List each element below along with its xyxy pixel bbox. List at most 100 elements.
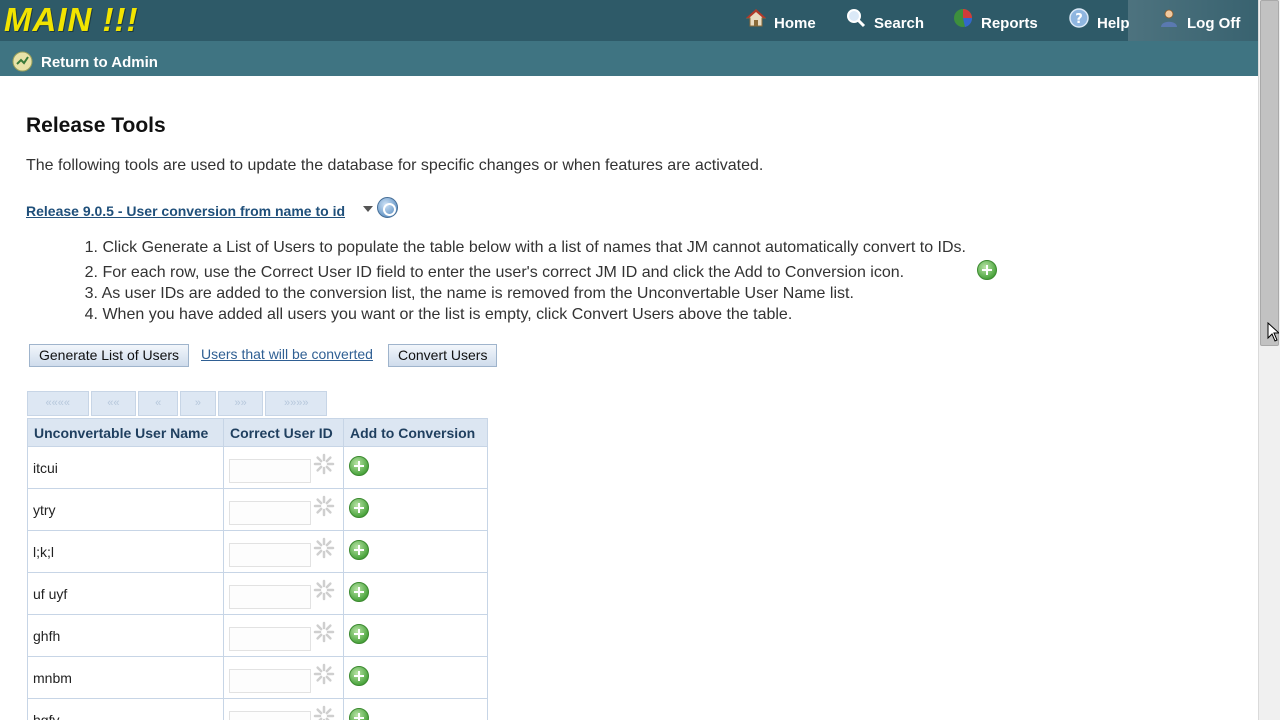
table-row: l;k;l (27, 530, 488, 573)
instructions-list: 1. Click Generate a List of Users to pop… (78, 237, 966, 325)
pager-first-button[interactable]: «««« (27, 391, 89, 416)
loading-spinner-icon (313, 495, 335, 517)
nav-home-label: Home (774, 15, 816, 32)
add-conversion-icon (977, 260, 997, 280)
add-to-conversion-icon[interactable] (349, 624, 369, 644)
add-conversion-cell (343, 614, 488, 657)
add-to-conversion-icon[interactable] (349, 582, 369, 602)
release-section-link[interactable]: Release 9.0.5 - User conversion from nam… (26, 203, 345, 219)
sub-navigation-bar (0, 41, 1258, 76)
loading-spinner-icon (313, 537, 335, 559)
pager-back-ten-button[interactable]: «« (90, 391, 137, 416)
correct-user-id-input[interactable] (229, 501, 311, 525)
user-name-cell: ytry (27, 488, 224, 531)
step-number: 3. (84, 285, 98, 302)
app-logo: MAIN !!! (4, 1, 139, 38)
return-to-admin-link[interactable]: Return to Admin (12, 51, 158, 72)
add-conversion-cell (343, 698, 488, 720)
unconvertable-users-table: Unconvertable User Name Correct User ID … (27, 418, 488, 720)
pager-prev-button[interactable]: « (138, 391, 178, 416)
user-name-cell: ghfh (27, 614, 224, 657)
instruction-step: 1. Click Generate a List of Users to pop… (78, 237, 966, 258)
add-conversion-cell (343, 656, 488, 699)
table-header-row: Unconvertable User Name Correct User ID … (27, 418, 488, 447)
instruction-step: 4. When you have added all users you wan… (78, 304, 966, 325)
loading-spinner-icon (313, 453, 335, 475)
add-to-conversion-icon[interactable] (349, 456, 369, 476)
table-row: ghfh (27, 614, 488, 657)
step-text: When you have added all users you want o… (102, 306, 793, 323)
step-text: As user IDs are added to the conversion … (101, 285, 854, 302)
step-number: 4. (84, 306, 98, 323)
column-header-add[interactable]: Add to Conversion (343, 418, 488, 447)
column-header-id[interactable]: Correct User ID (223, 418, 344, 447)
user-name-cell: uf uyf (27, 572, 224, 615)
nav-help[interactable]: ? Help (1069, 8, 1130, 34)
table-body: itcui ytry l;k;l uf uyf ghfh mnbm hgfy (27, 446, 488, 720)
step-number: 1. (84, 239, 98, 256)
step-number: 2. (84, 264, 98, 281)
add-to-conversion-icon[interactable] (349, 708, 369, 720)
nav-search-label: Search (874, 15, 925, 32)
mouse-cursor-icon (1267, 322, 1279, 342)
nav-logoff[interactable]: Log Off (1159, 8, 1240, 34)
table-row: hgfy (27, 698, 488, 720)
users-to-convert-link[interactable]: Users that will be converted (201, 346, 373, 362)
step-text: For each row, use the Correct User ID fi… (102, 264, 905, 281)
correct-user-id-input[interactable] (229, 669, 311, 693)
convert-users-button[interactable]: Convert Users (388, 344, 498, 367)
column-header-name[interactable]: Unconvertable User Name (27, 418, 224, 447)
table-row: itcui (27, 446, 488, 489)
page-title: Release Tools (26, 114, 166, 137)
user-name-cell: mnbm (27, 656, 224, 699)
table-row: ytry (27, 488, 488, 531)
nav-logoff-label: Log Off (1187, 15, 1241, 32)
reports-icon (954, 9, 973, 27)
add-to-conversion-icon[interactable] (349, 666, 369, 686)
add-conversion-cell (343, 572, 488, 615)
loading-spinner-icon (313, 705, 335, 720)
nav-reports[interactable]: Reports (953, 8, 1038, 34)
table-row: uf uyf (27, 572, 488, 615)
user-id-cell (223, 530, 344, 573)
generate-list-button[interactable]: Generate List of Users (29, 344, 190, 367)
nav-search[interactable]: Search (846, 8, 924, 34)
loading-spinner-icon (313, 621, 335, 643)
pager-last-button[interactable]: »»»» (265, 391, 328, 416)
correct-user-id-input[interactable] (229, 627, 311, 651)
correct-user-id-input[interactable] (229, 543, 311, 567)
chevron-down-icon[interactable] (363, 206, 373, 212)
loading-spinner-icon (313, 579, 335, 601)
loading-spinner-icon (313, 663, 335, 685)
user-id-cell (223, 446, 344, 489)
add-conversion-cell (343, 446, 488, 489)
nav-help-label: Help (1097, 15, 1130, 32)
correct-user-id-input[interactable] (229, 585, 311, 609)
instruction-step: 2. For each row, use the Correct User ID… (78, 262, 966, 283)
table-row: mnbm (27, 656, 488, 699)
correct-user-id-input[interactable] (229, 711, 311, 720)
info-icon[interactable] (377, 197, 398, 218)
user-icon (1161, 9, 1177, 27)
pager-next-button[interactable]: » (180, 391, 216, 416)
add-conversion-cell (343, 488, 488, 531)
user-id-cell (223, 488, 344, 531)
correct-user-id-input[interactable] (229, 459, 311, 483)
svg-text:?: ? (1075, 12, 1083, 27)
add-conversion-cell (343, 530, 488, 573)
add-to-conversion-icon[interactable] (349, 498, 369, 518)
user-name-cell: l;k;l (27, 530, 224, 573)
table-pager: «««« «« « » »» »»»» (27, 391, 328, 416)
instruction-step: 3. As user IDs are added to the conversi… (78, 283, 966, 304)
user-id-cell (223, 656, 344, 699)
nav-reports-label: Reports (981, 15, 1038, 32)
nav-home[interactable]: Home (746, 8, 816, 34)
pager-forward-ten-button[interactable]: »» (217, 391, 264, 416)
user-id-cell (223, 572, 344, 615)
scrollbar-thumb[interactable] (1260, 0, 1279, 346)
user-name-cell: hgfy (27, 698, 224, 720)
intro-text: The following tools are used to update t… (26, 157, 764, 174)
user-name-cell: itcui (27, 446, 224, 489)
step-text: Click Generate a List of Users to popula… (102, 239, 966, 256)
add-to-conversion-icon[interactable] (349, 540, 369, 560)
